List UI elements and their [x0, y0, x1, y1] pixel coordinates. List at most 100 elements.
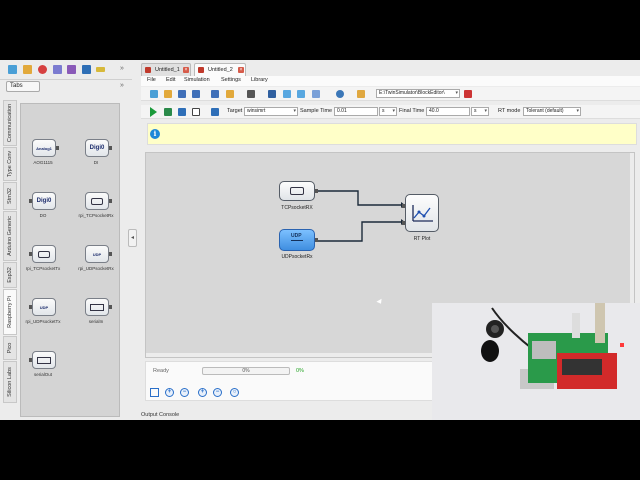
udp-icon: UDP	[291, 233, 302, 239]
save-all-icon[interactable]	[211, 90, 219, 98]
menu-settings[interactable]: Settings	[221, 77, 241, 83]
print-icon[interactable]	[53, 65, 62, 74]
menu-file[interactable]: File	[147, 77, 156, 83]
open-icon[interactable]	[164, 90, 172, 98]
unit-value: s	[474, 108, 477, 114]
menu-edit[interactable]: Edit	[166, 77, 175, 83]
output-port[interactable]	[315, 238, 318, 242]
serial-out-block-icon	[32, 351, 56, 369]
copy-icon[interactable]	[283, 90, 291, 98]
open-folder-icon[interactable]	[23, 65, 32, 74]
print-icon[interactable]	[247, 90, 255, 98]
collapse-panel-button[interactable]: ◂	[128, 229, 137, 247]
save-icon[interactable]	[178, 90, 186, 98]
undo-icon[interactable]	[312, 90, 320, 98]
udp-rx-block-icon: UDP	[85, 245, 109, 263]
palette-item-di[interactable]: Digi0 DI	[76, 139, 116, 179]
input-port-1[interactable]	[402, 204, 405, 208]
menu-library[interactable]: Library	[251, 77, 268, 83]
connection-udp-to-plot[interactable]	[317, 221, 401, 242]
connection-tcp-to-plot[interactable]	[317, 190, 401, 206]
tab-esp32[interactable]: Esp32	[3, 262, 17, 288]
tab-pico[interactable]: Pico	[3, 336, 17, 360]
application-window: » Tabs » Communication Type Conv Stm32 A…	[0, 60, 640, 420]
zoom-reset-icon[interactable]: ○	[230, 388, 239, 397]
rt-mode-select[interactable]: Tolerant (default) ▾	[523, 107, 581, 116]
zoom-out-alt-icon[interactable]: −	[213, 388, 222, 397]
fit-to-window-icon[interactable]	[150, 388, 159, 397]
close-x-icon[interactable]	[178, 108, 186, 116]
zoom-out-icon[interactable]: −	[180, 388, 189, 397]
close-icon[interactable]: ×	[183, 67, 189, 73]
tab-label: Pico	[7, 342, 13, 354]
tools-icon[interactable]	[211, 108, 219, 116]
final-time-label: Final Time	[399, 108, 425, 114]
final-time-input[interactable]: 40.0	[426, 107, 470, 116]
palette-item-do[interactable]: Digi0 DO	[23, 192, 63, 232]
tcp-socket-rx-block[interactable]	[279, 181, 318, 201]
new-diagram-icon[interactable]	[150, 90, 158, 98]
block-icon-text: UDP	[92, 251, 102, 257]
path-value: E:\TwinSimulator\BlockEditor\	[379, 90, 445, 96]
tab-type-conv[interactable]: Type Conv	[3, 147, 17, 181]
tab-stm32[interactable]: Stm32	[3, 182, 17, 210]
python-icon[interactable]	[336, 90, 344, 98]
tools-icon[interactable]	[82, 65, 91, 74]
output-console-title[interactable]: Output Console	[141, 412, 179, 418]
settings-icon[interactable]	[67, 65, 76, 74]
main-toolbar: E:\TwinSimulator\BlockEditor\ ▾	[141, 87, 640, 101]
tab-raspberry-pi[interactable]: Raspberry Pi	[3, 289, 17, 335]
target-value: winsimrt	[247, 108, 266, 114]
paste-icon[interactable]	[297, 90, 305, 98]
run-icon[interactable]	[150, 107, 157, 117]
target-select[interactable]: winsimrt ▾	[244, 107, 298, 116]
sample-time-input[interactable]: 0.01	[334, 107, 378, 116]
palette-item-label: serialIn	[88, 319, 104, 324]
palette-item-rpi-tcpsocketrx[interactable]: rpi_TCPsocketRx	[76, 192, 116, 232]
stop-icon[interactable]	[38, 65, 47, 74]
tcp-block-label: TCPsocketRX	[281, 205, 313, 211]
tab-silicon-labs[interactable]: Silicon Labs	[3, 361, 17, 403]
save-as-icon[interactable]	[192, 90, 200, 98]
menu-simulation[interactable]: Simulation	[184, 77, 210, 83]
close-icon[interactable]: ×	[238, 67, 244, 73]
tab-label: Type Conv	[7, 150, 13, 178]
palette-item-rpi-udpsocketrx[interactable]: UDP rpi_UDPsocketRx	[76, 245, 116, 285]
palette-item-rpi-udpsockettx[interactable]: UDP rpi_UDPsocketTx	[23, 298, 63, 338]
palette-item-aog1115[interactable]: Analog1 AOG1115	[23, 139, 63, 179]
zoom-in-alt-icon[interactable]: +	[198, 388, 207, 397]
palette-item-serialout[interactable]: serialOut	[23, 351, 63, 391]
tab-arduino-generic[interactable]: Arduino Generic	[3, 211, 17, 261]
output-port[interactable]	[315, 189, 318, 193]
tab-untitled-2[interactable]: Untitled_2 ×	[194, 63, 246, 76]
path-field[interactable]: E:\TwinSimulator\BlockEditor\ ▾	[376, 89, 460, 98]
tab-communication[interactable]: Communication	[3, 100, 17, 146]
folder-icon[interactable]	[226, 90, 234, 98]
zoom-in-icon[interactable]: +	[165, 388, 174, 397]
rt-plot-block[interactable]	[402, 194, 439, 232]
input-port-2[interactable]	[402, 221, 405, 225]
more-chevron-icon[interactable]: »	[120, 65, 124, 72]
palette-item-label: AOG1115	[33, 160, 53, 165]
info-icon[interactable]: i	[150, 129, 160, 139]
aog1115-block-icon: Analog1	[32, 139, 56, 157]
key-icon[interactable]	[96, 67, 105, 72]
palette-item-label: rpi_TCPsocketTx	[25, 266, 61, 271]
status-text: Ready	[153, 368, 169, 374]
tab-untitled-1[interactable]: Untitled_1 ×	[141, 63, 191, 76]
udp-socket-rx-block[interactable]: UDP	[279, 229, 318, 251]
tab-label: Untitled_1	[155, 67, 180, 73]
palette-item-rpi-tcpsockettx[interactable]: rpi_TCPsocketTx	[23, 245, 63, 285]
tabs-more-chevron-icon[interactable]: »	[120, 82, 124, 89]
document-icon[interactable]	[192, 108, 200, 116]
library-icon[interactable]	[357, 90, 365, 98]
chevron-down-icon: ▾	[293, 108, 296, 114]
cut-icon[interactable]	[268, 90, 276, 98]
palette-item-serialin[interactable]: serialIn	[76, 298, 116, 338]
new-icon[interactable]	[8, 65, 17, 74]
final-time-unit-select[interactable]: s ▾	[471, 107, 489, 116]
tabs-button[interactable]: Tabs	[6, 81, 40, 92]
sample-time-unit-select[interactable]: s ▾	[379, 107, 397, 116]
exit-icon[interactable]	[464, 90, 472, 98]
stop-square-icon[interactable]	[164, 108, 172, 116]
